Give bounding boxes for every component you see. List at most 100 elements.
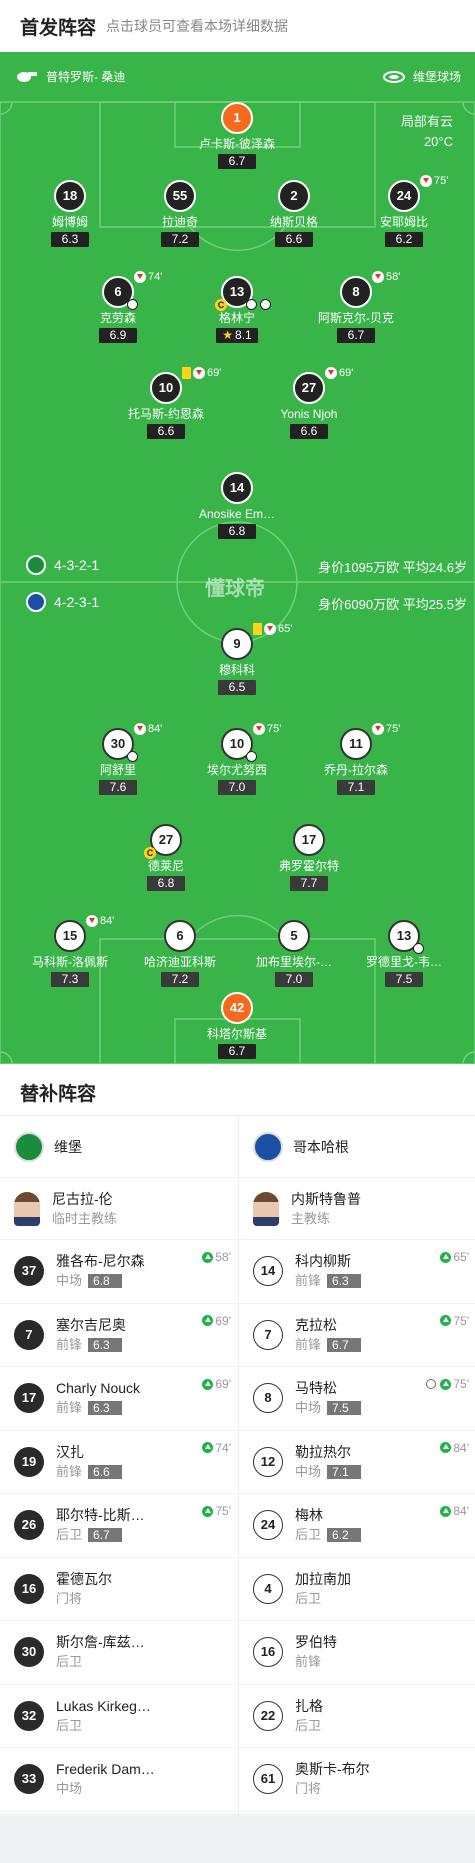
assist-icon (413, 943, 424, 954)
bench-player[interactable]: 24 梅林 后卫 6.2 84' (239, 1494, 475, 1558)
weather-temperature: 20°C (423, 134, 453, 149)
bench-player[interactable]: 8 马特松 中场 7.5 75' (239, 1367, 475, 1431)
shirt-number: 2 (278, 180, 310, 212)
bench-player[interactable]: 17 Charly Nouck 前锋 6.3 69' (0, 1367, 237, 1431)
bench-player[interactable]: 19 汉扎 前锋 6.6 74' (0, 1431, 237, 1494)
player-name: 斯尔詹-库兹… (56, 1634, 145, 1651)
bench-player[interactable]: 30 斯尔詹-库兹… 后卫 (0, 1621, 237, 1685)
player-away-30[interactable]: 30 84' 阿舒里 7.6 (58, 723, 178, 796)
player-home-27[interactable]: 27 69' Yonis Njoh 6.6 (249, 367, 369, 440)
away-coach[interactable]: 内斯特鲁普 主教练 (239, 1178, 475, 1240)
bench-player[interactable]: 4 加拉南加 后卫 (239, 1558, 475, 1621)
player-away-9[interactable]: 9 65' 穆科科 6.5 (177, 623, 297, 696)
player-rating: 6.7 (88, 1528, 123, 1543)
away-team-logo-icon (253, 1131, 283, 1162)
bench-player[interactable]: 16 罗伯特 前锋 (239, 1621, 475, 1685)
home-team-row[interactable]: 维堡 (0, 1116, 237, 1178)
bench-player[interactable]: 61 奥斯卡-布尔 门将 (239, 1748, 475, 1812)
player-away-15[interactable]: 15 84' 马科斯-洛佩斯 7.3 (10, 915, 130, 988)
player-home-8[interactable]: 8 58' 阿斯克尔-贝克 6.7 (296, 271, 416, 344)
player-position: 前锋 (56, 1463, 83, 1479)
player-away-6[interactable]: 6 哈济迪亚科斯 7.2 (120, 920, 240, 988)
bench-player[interactable]: 14 科内柳斯 前锋 6.3 65' (239, 1240, 475, 1304)
sub-off-icon (372, 271, 384, 283)
player-away-11[interactable]: 11 75' 乔丹-拉尔森 7.1 (296, 723, 416, 796)
sub-minute: 69' (215, 1313, 231, 1328)
sub-in-icon (440, 1315, 452, 1326)
bench-player[interactable]: 12 勒拉热尔 中场 7.1 84' (239, 1431, 475, 1494)
player-home-13[interactable]: 13 C 格林宁 ★ 8.1 (177, 276, 297, 344)
player-rating: 7.2 (161, 972, 199, 987)
sub-in-icon (202, 1505, 214, 1517)
player-position: 后卫 (295, 1590, 322, 1606)
sub-in-icon (202, 1378, 214, 1390)
shirt-number: 24 (253, 1510, 283, 1541)
player-name: 马特松 (295, 1380, 337, 1397)
player-rating: 6.8 (218, 524, 256, 539)
player-position: 后卫 (56, 1654, 83, 1670)
stadium-icon (382, 70, 405, 83)
sub-off-icon (264, 623, 276, 635)
bench-player[interactable]: 33 Frederik Dam… 中场 (0, 1748, 237, 1812)
player-position: 前锋 (295, 1336, 322, 1352)
player-rating: 7.5 (327, 1401, 362, 1416)
player-away-5[interactable]: 5 加布里埃尔-… 7.0 (234, 920, 354, 988)
sub-minute: 84' (148, 723, 163, 735)
player-away-gk[interactable]: 42 科塔尔斯基 6.7 (177, 992, 297, 1060)
player-rating: 6.3 (327, 1274, 362, 1289)
player-rating: 7.7 (290, 876, 328, 891)
player-away-17[interactable]: 17 弗罗霍尔特 7.7 (249, 824, 369, 892)
sub-in-event: 84' (440, 1504, 469, 1518)
coach-role: 临时主教练 (52, 1210, 118, 1226)
shirt-number: 26 (14, 1510, 44, 1541)
sub-minute: 75' (386, 723, 401, 735)
player-home-gk[interactable]: 1 卢卡斯-彼泽森 6.7 (177, 102, 297, 170)
player-home-14[interactable]: 14 Anosike Em… 6.8 (177, 472, 297, 540)
sub-off-event: 84' (86, 915, 114, 927)
player-name: 纳斯贝格 (269, 215, 318, 229)
section-subtitle: 点击球员可查看本场详细数据 (106, 18, 288, 34)
player-away-27[interactable]: 27 C 德莱尼 6.8 (106, 824, 226, 892)
shirt-number: 22 (253, 1700, 283, 1731)
player-home-18[interactable]: 18 姆博姆 6.3 (10, 180, 130, 248)
shirt-number: 8 (253, 1383, 283, 1414)
player-away-10[interactable]: 10 75' 埃尔尤努西 7.0 (177, 723, 297, 796)
shirt-number: 7 (14, 1319, 44, 1350)
sub-minute: 58' (215, 1250, 231, 1264)
sub-in-event: 75' (202, 1504, 231, 1518)
shirt-number: 1 (221, 102, 253, 134)
player-home-2[interactable]: 2 纳斯贝格 6.6 (234, 180, 354, 248)
player-away-13[interactable]: 13 罗德里戈-韦… 7.5 (344, 920, 464, 988)
player-name: 克拉松 (295, 1316, 337, 1333)
player-position: 中场 (295, 1400, 322, 1416)
shirt-number: 18 (54, 180, 86, 212)
player-rating: 6.8 (147, 876, 185, 891)
home-coach[interactable]: 尼古拉-伦 临时主教练 (0, 1178, 237, 1240)
away-team-row[interactable]: 哥本哈根 (239, 1116, 475, 1178)
player-rating: 6.6 (275, 232, 313, 247)
shirt-number: 11 (340, 728, 372, 760)
bench-player[interactable]: 22 扎格 后卫 (239, 1685, 475, 1748)
player-rating: 6.5 (218, 680, 256, 695)
player-rating: 6.6 (290, 424, 328, 439)
bench-player[interactable]: 32 Lukas Kirkeg… 后卫 (0, 1685, 237, 1748)
bench-player[interactable]: 16 霍德瓦尔 门将 (0, 1558, 237, 1621)
player-home-24[interactable]: 24 75' 安耶姆比 6.2 (344, 175, 464, 248)
sub-off-icon (193, 367, 205, 379)
bench-player[interactable]: 37 雅各布-尼尔森 中场 6.8 58' (0, 1240, 237, 1304)
player-home-6[interactable]: 6 74' 克劳森 6.9 (58, 271, 178, 344)
player-rating: 7.3 (51, 972, 89, 987)
bench-player[interactable]: 26 耶尔特-比斯… 后卫 6.7 75' (0, 1494, 237, 1558)
shirt-number: 17 (293, 824, 325, 856)
shirt-number: 14 (221, 472, 253, 504)
player-home-10[interactable]: 10 69' 托马斯-约恩森 6.6 (106, 367, 226, 440)
player-name: 姆博姆 (51, 215, 88, 229)
yellow-card-icon (253, 623, 262, 635)
sub-minute: 84' (100, 915, 115, 927)
shirt-number: 30 (110, 736, 126, 751)
sub-minute: 65' (278, 623, 293, 635)
bench-player[interactable]: 7 克拉松 前锋 6.7 75' (239, 1304, 475, 1367)
player-home-55[interactable]: 55 拉迪奇 7.2 (120, 180, 240, 248)
player-position: 后卫 (56, 1527, 83, 1543)
bench-player[interactable]: 7 塞尔吉尼奥 前锋 6.3 69' (0, 1304, 237, 1367)
